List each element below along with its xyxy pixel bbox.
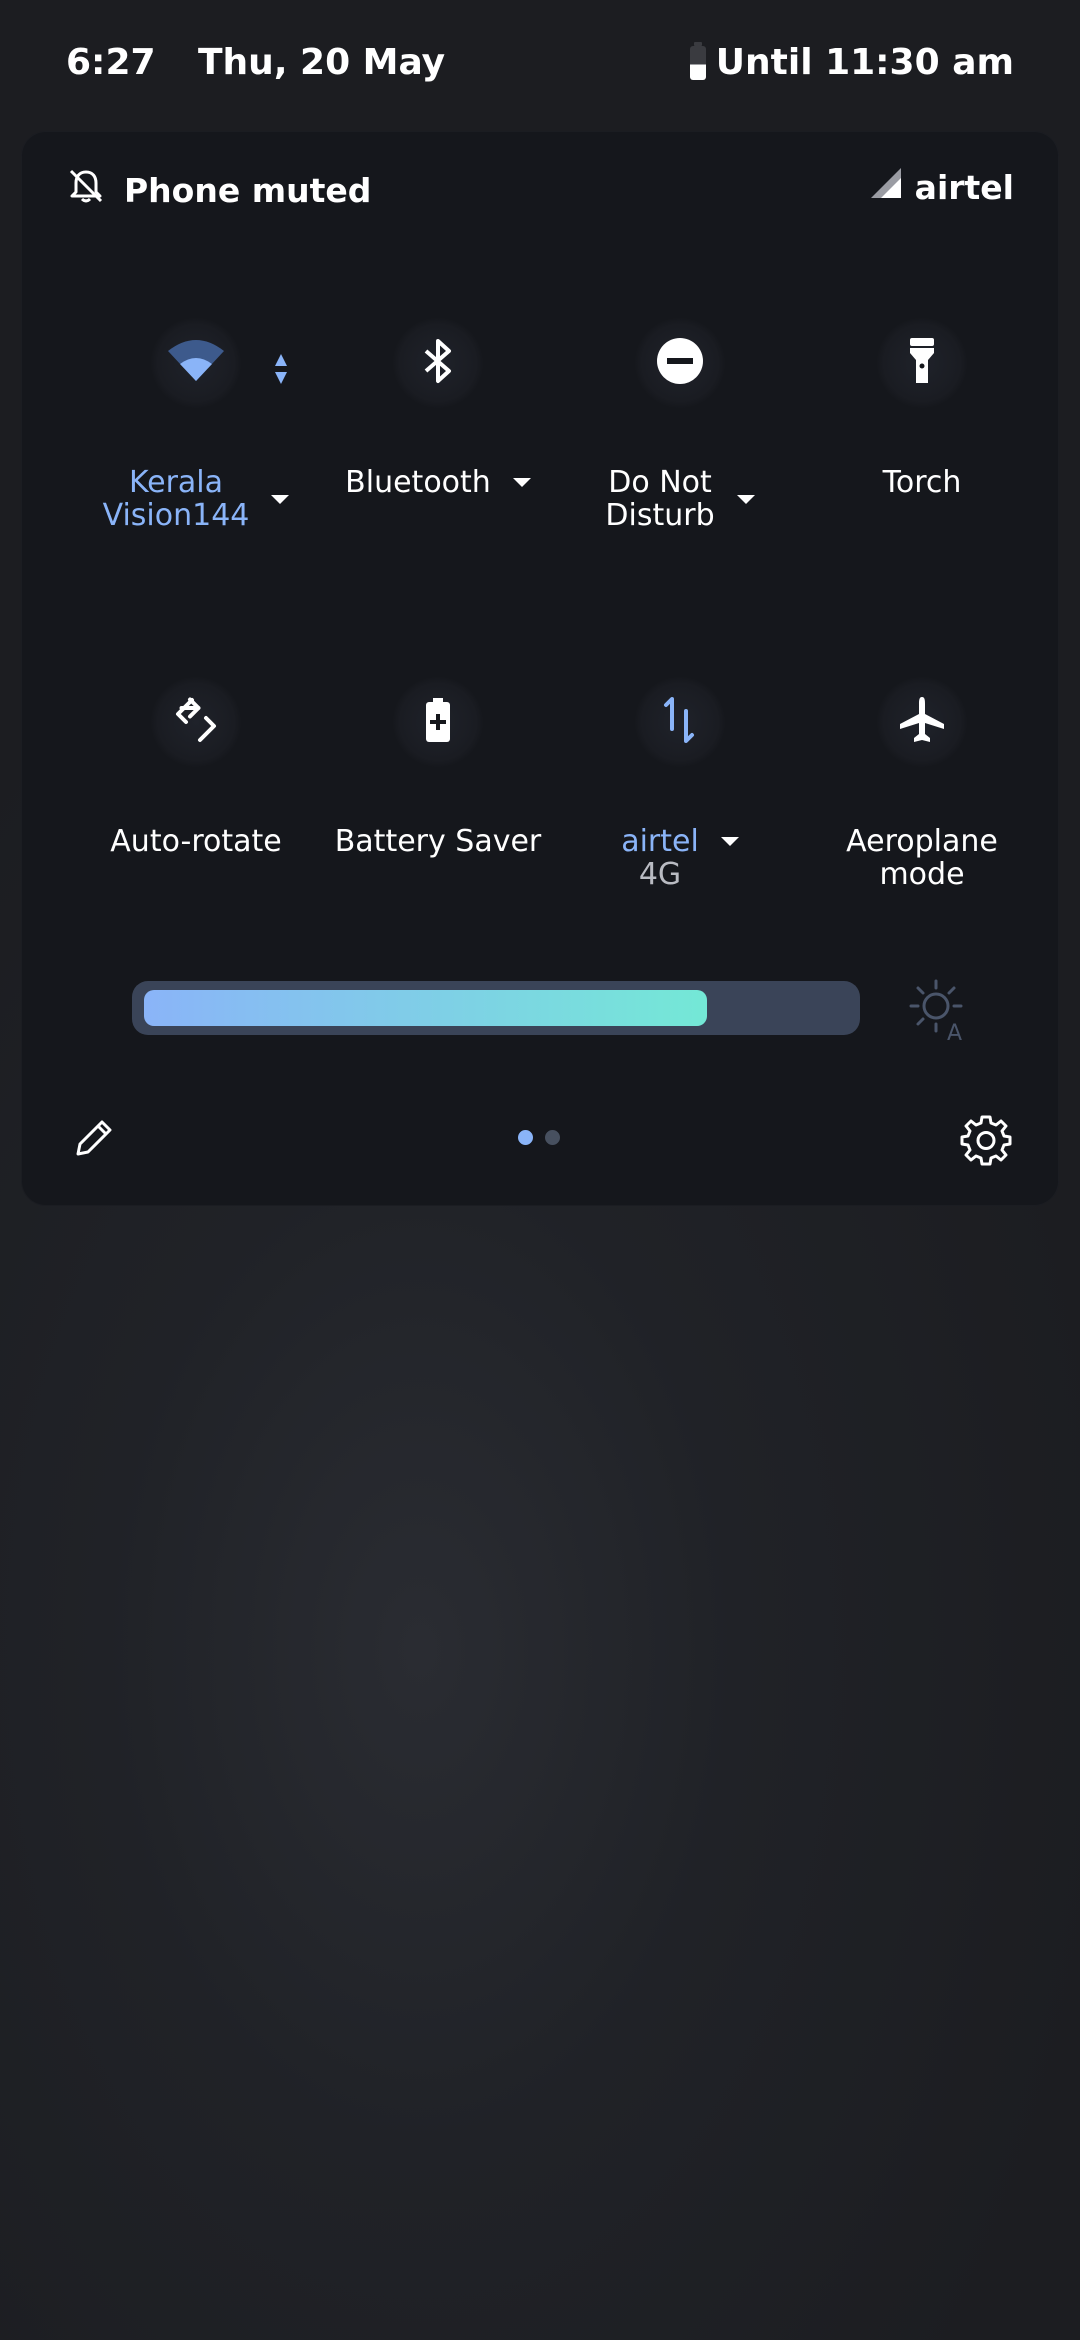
bluetooth-icon bbox=[421, 337, 455, 389]
auto-rotate-label-text: Auto-rotate bbox=[110, 824, 282, 859]
phone-muted-status[interactable]: Phone muted bbox=[66, 166, 371, 214]
aeroplane-icon bbox=[897, 695, 947, 749]
page-indicator bbox=[518, 1130, 560, 1145]
dnd-label-line2: Disturb bbox=[605, 498, 715, 533]
wifi-tile-icon[interactable] bbox=[151, 318, 241, 408]
battery-saver-icon bbox=[425, 697, 451, 747]
clock: 6:27 bbox=[66, 42, 156, 83]
mobile-data-label: airtel 4G bbox=[560, 825, 800, 891]
bluetooth-tile-icon[interactable] bbox=[393, 318, 483, 408]
mobile-data-tile-icon[interactable] bbox=[635, 677, 725, 767]
tile-do-not-disturb[interactable]: Do Not Disturb bbox=[560, 318, 800, 532]
brightness-slider-fill[interactable] bbox=[144, 990, 707, 1026]
tile-wifi[interactable]: Kerala Vision144 bbox=[76, 318, 316, 532]
battery-text: Until 11:30 am bbox=[715, 42, 1014, 83]
torch-label: Torch bbox=[802, 466, 1042, 499]
battery-status: Until 11:30 am bbox=[689, 41, 1014, 83]
tile-mobile-data[interactable]: airtel 4G bbox=[560, 677, 800, 891]
gear-icon[interactable] bbox=[960, 1114, 1012, 1170]
auto-rotate-tile-icon[interactable] bbox=[151, 677, 241, 767]
date: Thu, 20 May bbox=[198, 42, 446, 83]
dnd-label-line1: Do Not bbox=[608, 465, 712, 500]
bell-off-icon bbox=[66, 166, 106, 214]
do-not-disturb-icon bbox=[656, 337, 704, 389]
bluetooth-label-text: Bluetooth bbox=[345, 465, 491, 500]
torch-icon bbox=[907, 336, 937, 390]
phone-muted-label: Phone muted bbox=[124, 170, 372, 210]
aeroplane-label: Aeroplane mode bbox=[802, 825, 1042, 891]
carrier-name: airtel bbox=[914, 167, 1014, 207]
auto-rotate-label: Auto-rotate bbox=[76, 825, 316, 858]
page-dot-2 bbox=[545, 1130, 560, 1145]
aeroplane-tile-icon[interactable] bbox=[877, 677, 967, 767]
torch-tile-icon[interactable] bbox=[877, 318, 967, 408]
aeroplane-label-line1: Aeroplane bbox=[846, 824, 998, 859]
battery-saver-tile-icon[interactable] bbox=[393, 677, 483, 767]
tile-torch[interactable]: Torch bbox=[802, 318, 1042, 499]
tile-bluetooth[interactable]: Bluetooth bbox=[318, 318, 558, 499]
chevron-down-icon[interactable] bbox=[736, 494, 755, 504]
battery-icon bbox=[689, 41, 706, 80]
aeroplane-label-line2: mode bbox=[879, 857, 965, 892]
mobile-data-carrier: airtel bbox=[621, 824, 699, 859]
bluetooth-label: Bluetooth bbox=[318, 466, 558, 499]
brightness-slider[interactable] bbox=[132, 981, 860, 1035]
chevron-down-icon[interactable] bbox=[720, 836, 739, 846]
carrier-status: airtel bbox=[869, 166, 1014, 208]
svg-text:A: A bbox=[947, 1021, 962, 1042]
wifi-icon bbox=[166, 337, 226, 389]
battery-saver-label-text: Battery Saver bbox=[334, 824, 542, 859]
brightness-auto-icon[interactable]: A bbox=[906, 978, 970, 1046]
battery-saver-label: Battery Saver bbox=[318, 825, 558, 858]
chevron-down-icon[interactable] bbox=[271, 494, 290, 504]
torch-label-text: Torch bbox=[882, 465, 962, 500]
chevron-down-icon[interactable] bbox=[512, 478, 531, 487]
status-bar: 6:27 Thu, 20 May Until 11:30 am bbox=[0, 0, 1080, 130]
wifi-activity-icon bbox=[274, 352, 288, 390]
dnd-label: Do Not Disturb bbox=[560, 466, 800, 532]
wifi-network-name: Kerala bbox=[128, 465, 224, 500]
auto-rotate-icon bbox=[170, 694, 222, 750]
page-dot-1 bbox=[518, 1130, 533, 1145]
quick-settings-panel: Phone muted airtel Kerala Vision144 Blue… bbox=[22, 132, 1058, 1205]
mobile-data-icon bbox=[660, 695, 700, 749]
edit-icon[interactable] bbox=[72, 1116, 116, 1164]
dnd-tile-icon[interactable] bbox=[635, 318, 725, 408]
tile-aeroplane-mode[interactable]: Aeroplane mode bbox=[802, 677, 1042, 891]
tile-auto-rotate[interactable]: Auto-rotate bbox=[76, 677, 316, 858]
wifi-label: Kerala Vision144 bbox=[76, 466, 316, 532]
signal-icon bbox=[869, 166, 903, 208]
wifi-network-name-2: Vision144 bbox=[102, 498, 250, 533]
mobile-data-type: 4G bbox=[638, 857, 682, 892]
tile-battery-saver[interactable]: Battery Saver bbox=[318, 677, 558, 858]
